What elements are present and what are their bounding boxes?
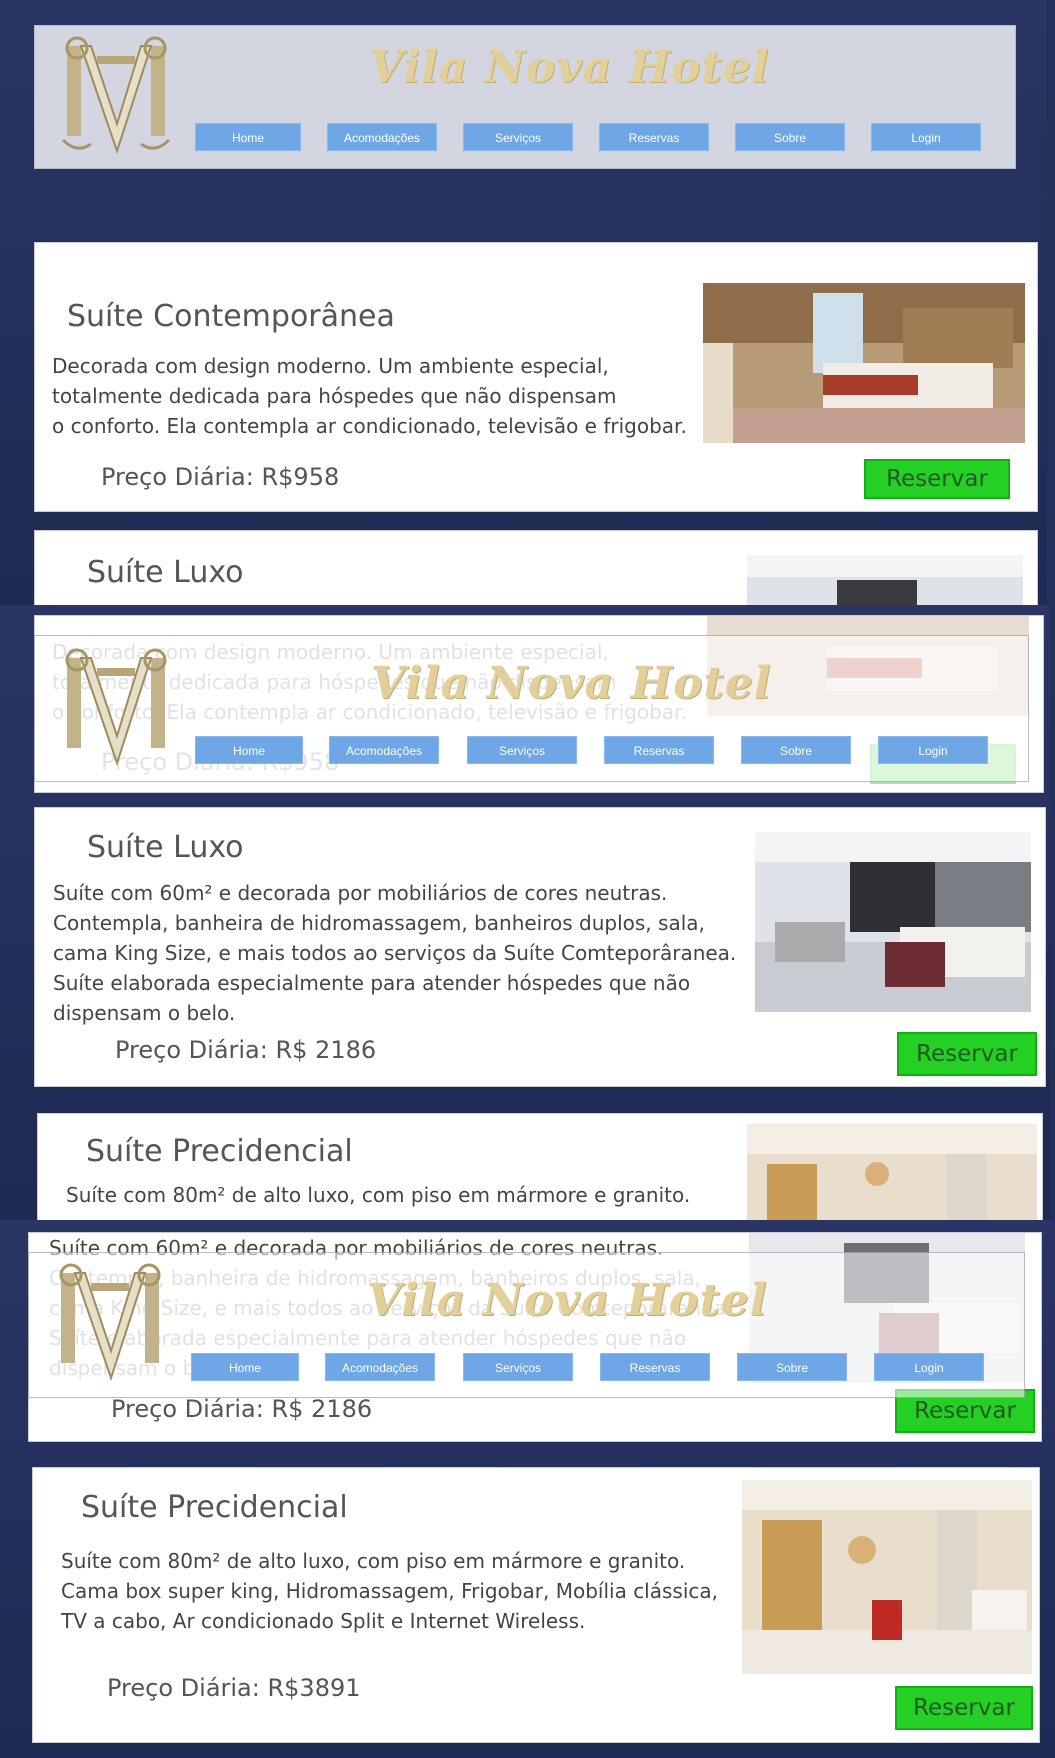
room-description: Suíte com 60m² e decorada por mobiliário… — [53, 881, 737, 1025]
room-description: Suíte com 80m² de alto luxo, com piso em… — [66, 1183, 691, 1207]
nav-reservas[interactable]: Reservas — [604, 736, 714, 764]
scroll-segment-2: Decorada com design moderno. Um ambiente… — [0, 605, 1050, 1220]
nav-reservas[interactable]: Reservas — [600, 1353, 710, 1381]
reserve-button[interactable]: Reservar — [864, 459, 1010, 499]
nav-acomodacoes[interactable]: Acomodações — [327, 123, 437, 151]
room-photo — [703, 283, 1025, 443]
room-card-luxo: Suíte Luxo Suíte com 60m² e decorada por… — [34, 807, 1046, 1087]
room-price: Preço Diária: R$ 2186 — [115, 1036, 377, 1064]
site-header: Vila Nova Hotel Home Acomodações Serviço… — [34, 25, 1016, 169]
nav-login[interactable]: Login — [871, 123, 981, 151]
scroll-segment-1: Vila Nova Hotel Home Acomodações Serviço… — [0, 0, 1046, 605]
room-description: Suíte com 80m² de alto luxo, com piso em… — [61, 1549, 719, 1633]
nav-login[interactable]: Login — [878, 736, 988, 764]
room-photo — [742, 1480, 1032, 1674]
room-title: Suíte Precidencial — [86, 1134, 353, 1169]
nav-acomodacoes[interactable]: Acomodações — [329, 736, 439, 764]
room-price: Preço Diária: R$3891 — [107, 1674, 361, 1702]
nav-home[interactable]: Home — [195, 736, 303, 764]
room-photo — [755, 832, 1031, 1012]
nav-acomodacoes[interactable]: Acomodações — [325, 1353, 435, 1381]
room-card-contemporanea: Suíte Contemporânea Decorada com design … — [34, 242, 1038, 512]
room-title: Suíte Precidencial — [81, 1490, 348, 1525]
hotel-title: Vila Nova Hotel — [369, 42, 770, 93]
nav-home[interactable]: Home — [195, 123, 301, 151]
room-title: Suíte Contemporânea — [67, 299, 395, 334]
scroll-segment-3: Suíte com 60m² e decorada por mobiliário… — [0, 1220, 1055, 1758]
nav-servicos[interactable]: Serviços — [463, 123, 573, 151]
reserve-button[interactable]: Reservar — [895, 1686, 1033, 1730]
room-price: Preço Diária: R$958 — [101, 463, 340, 491]
nav-servicos[interactable]: Serviços — [467, 736, 577, 764]
hotel-title: Vila Nova Hotel — [371, 658, 772, 709]
vn-monogram-logo — [59, 1263, 161, 1382]
room-card-precidencial-partial: Suíte Precidencial Suíte com 80m² de alt… — [37, 1113, 1043, 1220]
room-card-luxo-partial: Suíte Luxo — [34, 530, 1038, 605]
nav-sobre[interactable]: Sobre — [735, 123, 845, 151]
vn-monogram-logo — [65, 648, 167, 767]
nav-sobre[interactable]: Sobre — [737, 1353, 847, 1381]
nav-home[interactable]: Home — [191, 1353, 299, 1381]
site-header-sticky: Vila Nova Hotel Home Acomodações Serviço… — [34, 635, 1029, 782]
room-description: Decorada com design moderno. Um ambiente… — [52, 354, 687, 438]
room-price: Preço Diária: R$ 2186 — [111, 1395, 373, 1423]
hotel-title: Vila Nova Hotel — [367, 1275, 768, 1326]
vn-monogram-logo — [61, 36, 171, 155]
nav-servicos[interactable]: Serviços — [463, 1353, 573, 1381]
room-photo — [747, 555, 1023, 605]
reserve-button[interactable]: Reservar — [897, 1032, 1037, 1076]
room-card-precidencial: Suíte Precidencial Suíte com 80m² de alt… — [32, 1467, 1040, 1743]
nav-sobre[interactable]: Sobre — [741, 736, 851, 764]
nav-login[interactable]: Login — [874, 1353, 984, 1381]
site-header-sticky: Vila Nova Hotel Home Acomodações Serviço… — [28, 1252, 1025, 1398]
room-title: Suíte Luxo — [87, 555, 244, 590]
room-photo — [747, 1124, 1037, 1220]
nav-reservas[interactable]: Reservas — [599, 123, 709, 151]
room-title: Suíte Luxo — [87, 830, 244, 865]
